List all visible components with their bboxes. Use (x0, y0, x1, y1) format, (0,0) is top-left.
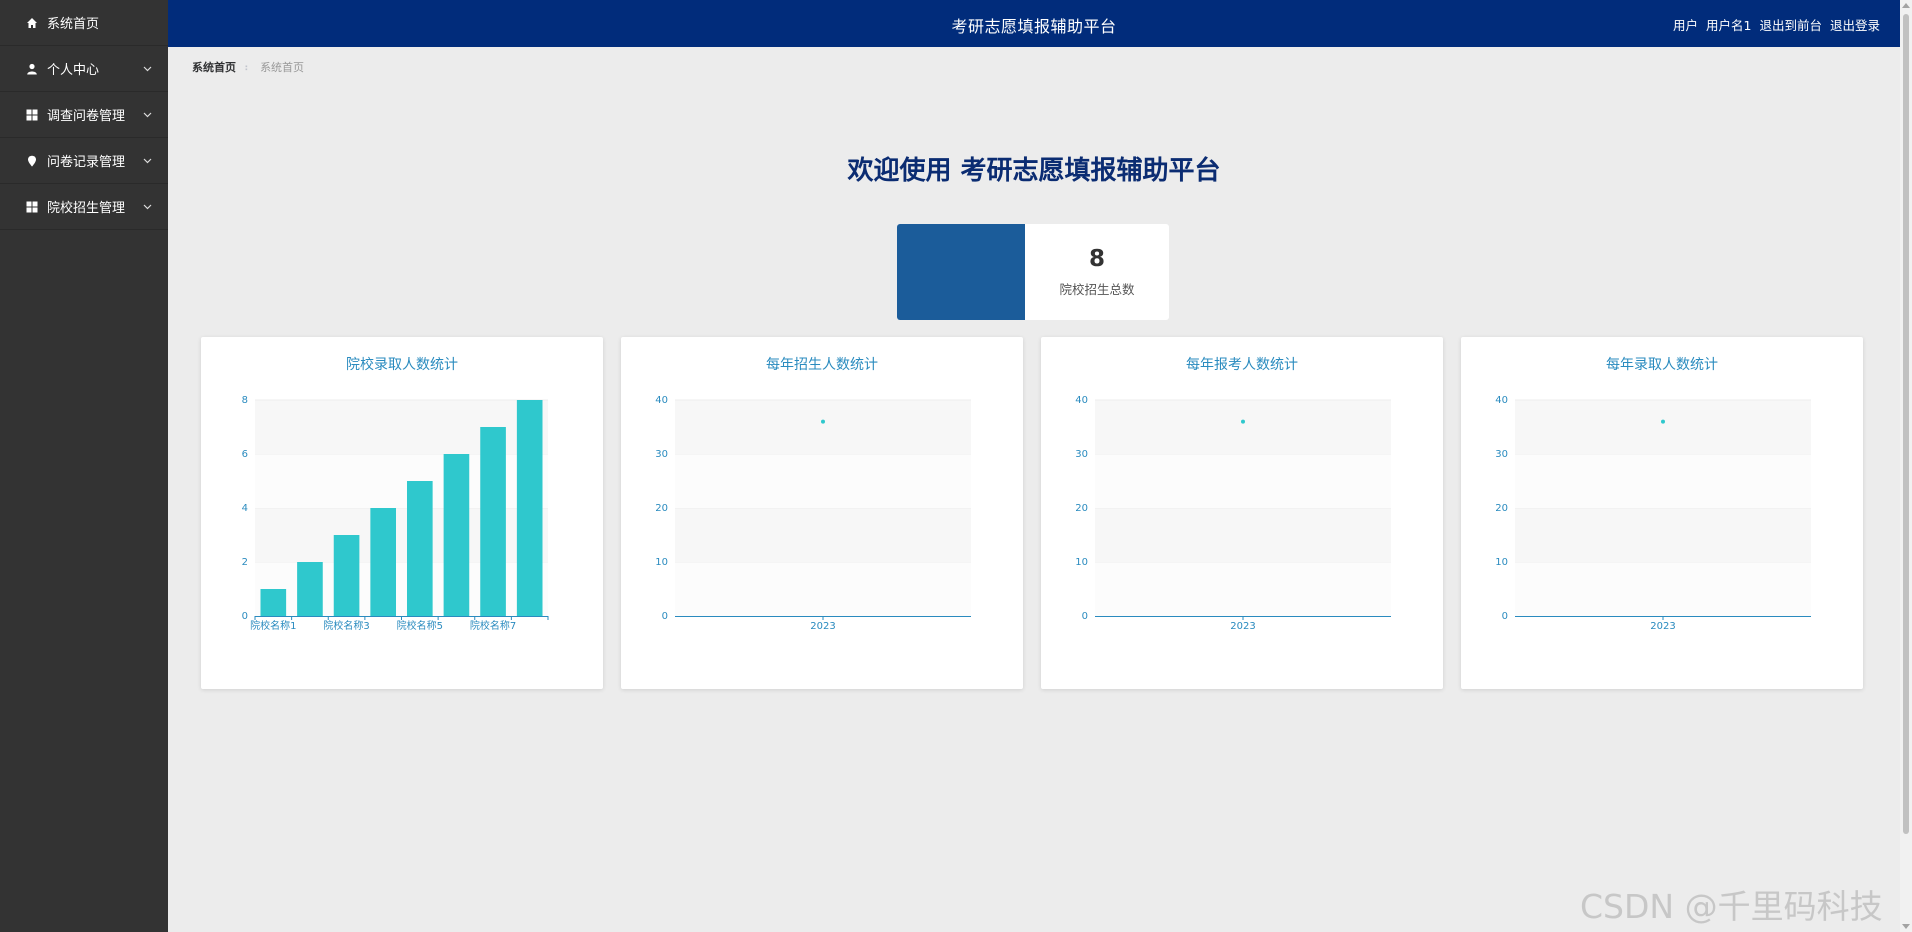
grid-band (675, 400, 971, 454)
header-user-area: 用户 用户名1 退出到前台 退出登录 (1673, 15, 1880, 34)
y-tick-label: 20 (1075, 503, 1088, 514)
x-tick-label: 院校名称1 (250, 619, 296, 632)
y-tick-label: 0 (242, 611, 248, 622)
chart-card-yearly-enrollment: 每年招生人数统计 0 10 20 30 40 2023 (621, 337, 1023, 689)
y-tick-label: 20 (1495, 503, 1508, 514)
bar (333, 535, 360, 616)
user-icon (25, 62, 39, 76)
sidebar-item-label: 调查问卷管理 (47, 109, 126, 124)
bar (370, 508, 397, 616)
grid-band (1095, 400, 1391, 454)
y-tick-label: 10 (655, 557, 668, 568)
data-point (1241, 419, 1245, 424)
y-tick-label: 0 (1082, 611, 1088, 622)
logout-link[interactable]: 退出登录 (1830, 15, 1880, 34)
sidebar-item-label: 个人中心 (47, 63, 100, 78)
y-tick-label: 30 (1495, 449, 1508, 460)
chevron-down-icon (143, 199, 152, 214)
sidebar-item-survey-management[interactable]: 调查问卷管理 (0, 92, 168, 138)
y-tick-label: 40 (1495, 395, 1508, 406)
grid-icon (25, 200, 39, 214)
bar (443, 454, 470, 616)
y-tick-label: 2 (242, 557, 248, 568)
grid-band (1515, 508, 1811, 562)
y-tick-label: 0 (662, 611, 668, 622)
sidebar: 系统首页 个人中心 调查问卷管理 问卷记录管理 院校招生管理 (0, 0, 168, 932)
data-point (1661, 419, 1665, 424)
y-tick-label: 10 (1075, 557, 1088, 568)
stat-value: 8 (1088, 246, 1105, 272)
welcome-heading: 欢迎使用 考研志愿填报辅助平台 (847, 156, 1221, 186)
bar (260, 589, 287, 616)
y-tick-label: 40 (655, 395, 668, 406)
breadcrumb-home[interactable]: 系统首页 (192, 59, 236, 75)
y-tick-label: 6 (242, 449, 248, 460)
grid-band (1095, 508, 1391, 562)
pin-icon (25, 154, 39, 168)
grid-band (1095, 562, 1391, 616)
sidebar-item-label: 问卷记录管理 (47, 155, 126, 170)
chart-card-yearly-admitted: 每年录取人数统计 0 10 20 30 40 2023 (1461, 337, 1863, 689)
home-icon (25, 16, 39, 30)
bar (480, 427, 506, 616)
grid-band (1515, 562, 1811, 616)
grid-band (1095, 454, 1391, 508)
x-tick-label: 2023 (1650, 621, 1675, 632)
x-tick-label: 2023 (810, 621, 835, 632)
y-tick-label: 0 (1502, 611, 1508, 622)
chart-svg: 0 2 4 6 8 院校名称1 院校名称3 院校名称5 院校名称7 (242, 395, 549, 632)
x-tick-label: 院校名称3 (323, 619, 369, 632)
back-to-front-link[interactable]: 退出到前台 (1759, 15, 1822, 34)
stat-label: 院校招生总数 (1059, 282, 1135, 297)
chart-svg: 0 10 20 30 40 2023 (1075, 395, 1391, 632)
chart-card-yearly-applicants: 每年报考人数统计 0 10 20 30 40 2023 (1041, 337, 1443, 689)
bar (406, 481, 433, 616)
sidebar-item-label: 系统首页 (47, 17, 100, 32)
y-tick-label: 30 (655, 449, 668, 460)
grid-band (675, 454, 971, 508)
grid-band (1515, 454, 1811, 508)
y-tick-label: 8 (242, 395, 248, 406)
y-tick-label: 4 (242, 503, 248, 514)
user-name: 用户名1 (1706, 18, 1752, 33)
app-title: 考研志愿填报辅助平台 (951, 17, 1117, 36)
chart-svg: 0 10 20 30 40 2023 (655, 395, 971, 632)
top-header: 考研志愿填报辅助平台 用户 用户名1 退出到前台 退出登录 (168, 0, 1900, 47)
chevron-down-icon (143, 61, 152, 76)
sidebar-item-label: 院校招生管理 (47, 201, 126, 216)
y-tick-label: 10 (1495, 557, 1508, 568)
user-label: 用户 (1673, 18, 1699, 33)
bar (297, 562, 323, 616)
chart-svg: 0 10 20 30 40 2023 (1495, 395, 1811, 632)
scroll-up-icon[interactable] (1902, 3, 1910, 8)
sidebar-item-personal-center[interactable]: 个人中心 (0, 46, 168, 92)
breadcrumb: 系统首页 ⠆ 系统首页 (192, 59, 304, 75)
y-tick-label: 40 (1075, 395, 1088, 406)
breadcrumb-current: 系统首页 (260, 61, 305, 74)
chart-card-admitted-by-school: 院校录取人数统计 0 2 4 6 8 院校名称1 院校名称3 院校名称5 院校名称7 (201, 337, 603, 689)
sidebar-item-home[interactable]: 系统首页 (0, 0, 168, 46)
grid-band (675, 508, 971, 562)
y-tick-label: 20 (655, 503, 668, 514)
x-tick-label: 院校名称5 (397, 619, 443, 632)
sidebar-item-admissions-management[interactable]: 院校招生管理 (0, 184, 168, 230)
grid-band (675, 562, 971, 616)
chevron-down-icon (143, 107, 152, 122)
stat-card: 8 院校招生总数 (897, 224, 1169, 320)
sidebar-item-survey-records[interactable]: 问卷记录管理 (0, 138, 168, 184)
vertical-scrollbar[interactable] (1900, 0, 1912, 932)
watermark: CSDN @千里码科技 (1580, 887, 1883, 926)
y-tick-label: 30 (1075, 449, 1088, 460)
scroll-down-icon[interactable] (1902, 924, 1910, 929)
stat-color-block (897, 224, 1025, 320)
x-tick-label: 院校名称7 (470, 619, 516, 632)
bar (516, 400, 543, 616)
breadcrumb-separator: ⠆ (244, 60, 253, 74)
grid-icon (25, 108, 39, 122)
data-point (821, 419, 825, 424)
grid-band (1515, 400, 1811, 454)
scrollbar-thumb[interactable] (1903, 14, 1909, 834)
x-tick-label: 2023 (1230, 621, 1255, 632)
chevron-down-icon (143, 153, 152, 168)
